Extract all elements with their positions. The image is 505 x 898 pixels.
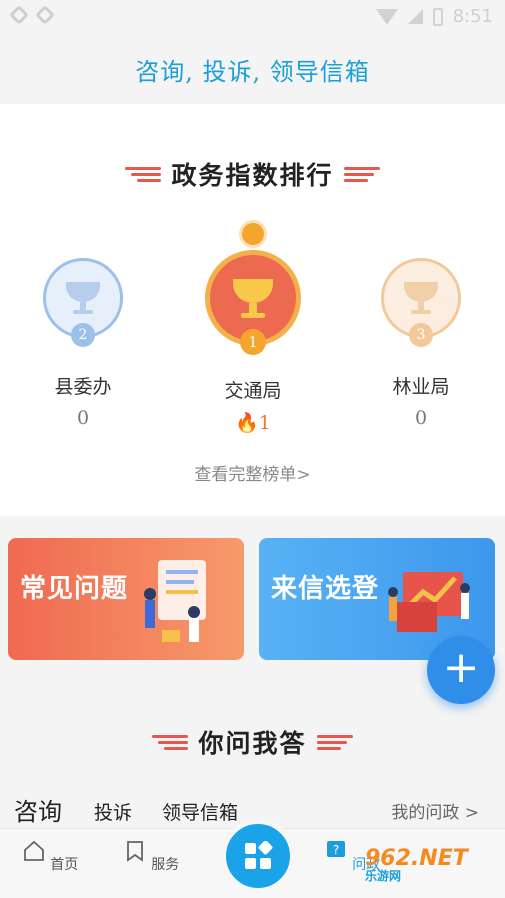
nav-service[interactable]: 服务 <box>121 839 181 874</box>
dept-score-row: 🔥1 <box>196 411 310 434</box>
watermark-logo: 962.NET 乐游网 <box>365 846 468 884</box>
status-bar: 8:51 <box>0 0 505 36</box>
ranking-card: 政务指数排行 2 县委办 0 1 交通局 🔥1 3 林业局 0 查看完整榜单> <box>0 104 505 516</box>
center-menu-button[interactable] <box>221 819 295 893</box>
battery-icon <box>432 7 443 26</box>
notification-icon <box>35 5 55 25</box>
my-inquiries-link[interactable]: 我的问政 > <box>391 798 479 823</box>
rank-badge: 3 <box>409 323 433 347</box>
add-question-button[interactable]: + <box>427 636 495 704</box>
notification-icon <box>9 5 29 25</box>
ranking-title-text: 政务指数排行 <box>171 161 334 190</box>
title-decoration-left <box>125 166 162 182</box>
app-header: 咨询, 投诉, 领导信箱 <box>0 36 505 104</box>
home-icon <box>23 840 44 861</box>
tab-leader-mailbox[interactable]: 领导信箱 <box>162 798 238 825</box>
signal-icon <box>407 9 423 24</box>
wifi-icon <box>375 8 398 25</box>
title-decoration-right <box>316 734 353 750</box>
tab-complaint[interactable]: 投诉 <box>94 798 132 825</box>
svg-text:?: ? <box>333 843 339 857</box>
rank-item-3[interactable]: 3 林业局 0 <box>366 258 476 429</box>
bookmark-icon <box>126 841 143 862</box>
star-medal-icon <box>239 220 267 248</box>
qa-title-text: 你问我答 <box>198 729 307 758</box>
bronze-medal-icon: 3 <box>381 258 461 347</box>
page-title: 咨询, 投诉, 领导信箱 <box>135 58 370 86</box>
title-decoration-left <box>152 734 189 750</box>
dept-score: 0 <box>414 407 428 429</box>
dept-name: 交通局 <box>224 380 282 402</box>
grid-icon <box>245 841 273 869</box>
nav-home-label: 首页 <box>50 857 79 873</box>
clock: 8:51 <box>452 6 493 27</box>
qa-section-title: 你问我答 <box>0 724 505 760</box>
rank-badge: 1 <box>240 329 266 355</box>
gold-medal-icon: 1 <box>205 250 301 355</box>
question-icon: ? <box>326 841 345 857</box>
fire-icon: 🔥 <box>235 412 259 434</box>
faq-banner-label: 常见问题 <box>20 574 129 604</box>
faq-illustration <box>144 560 206 642</box>
plus-icon: + <box>442 642 480 693</box>
dept-name: 林业局 <box>392 376 450 398</box>
view-full-ranking-link[interactable]: 查看完整榜单> <box>0 460 505 485</box>
silver-medal-icon: 2 <box>43 258 123 347</box>
dept-score: 0 <box>76 407 90 429</box>
dept-score: 1 <box>258 412 271 434</box>
rank-item-1[interactable]: 1 交通局 🔥1 <box>196 220 310 434</box>
dept-name: 县委办 <box>54 376 112 398</box>
rank-item-2[interactable]: 2 县委办 0 <box>28 258 138 429</box>
nav-service-label: 服务 <box>151 857 180 873</box>
tab-consult[interactable]: 咨询 <box>14 792 62 827</box>
nav-home[interactable]: 首页 <box>20 839 80 874</box>
faq-banner[interactable]: 常见问题 <box>8 538 244 660</box>
title-decoration-right <box>343 166 380 182</box>
rank-badge: 2 <box>71 323 95 347</box>
letters-banner-label: 来信选登 <box>271 574 380 604</box>
ranking-section-title: 政务指数排行 <box>0 156 505 192</box>
